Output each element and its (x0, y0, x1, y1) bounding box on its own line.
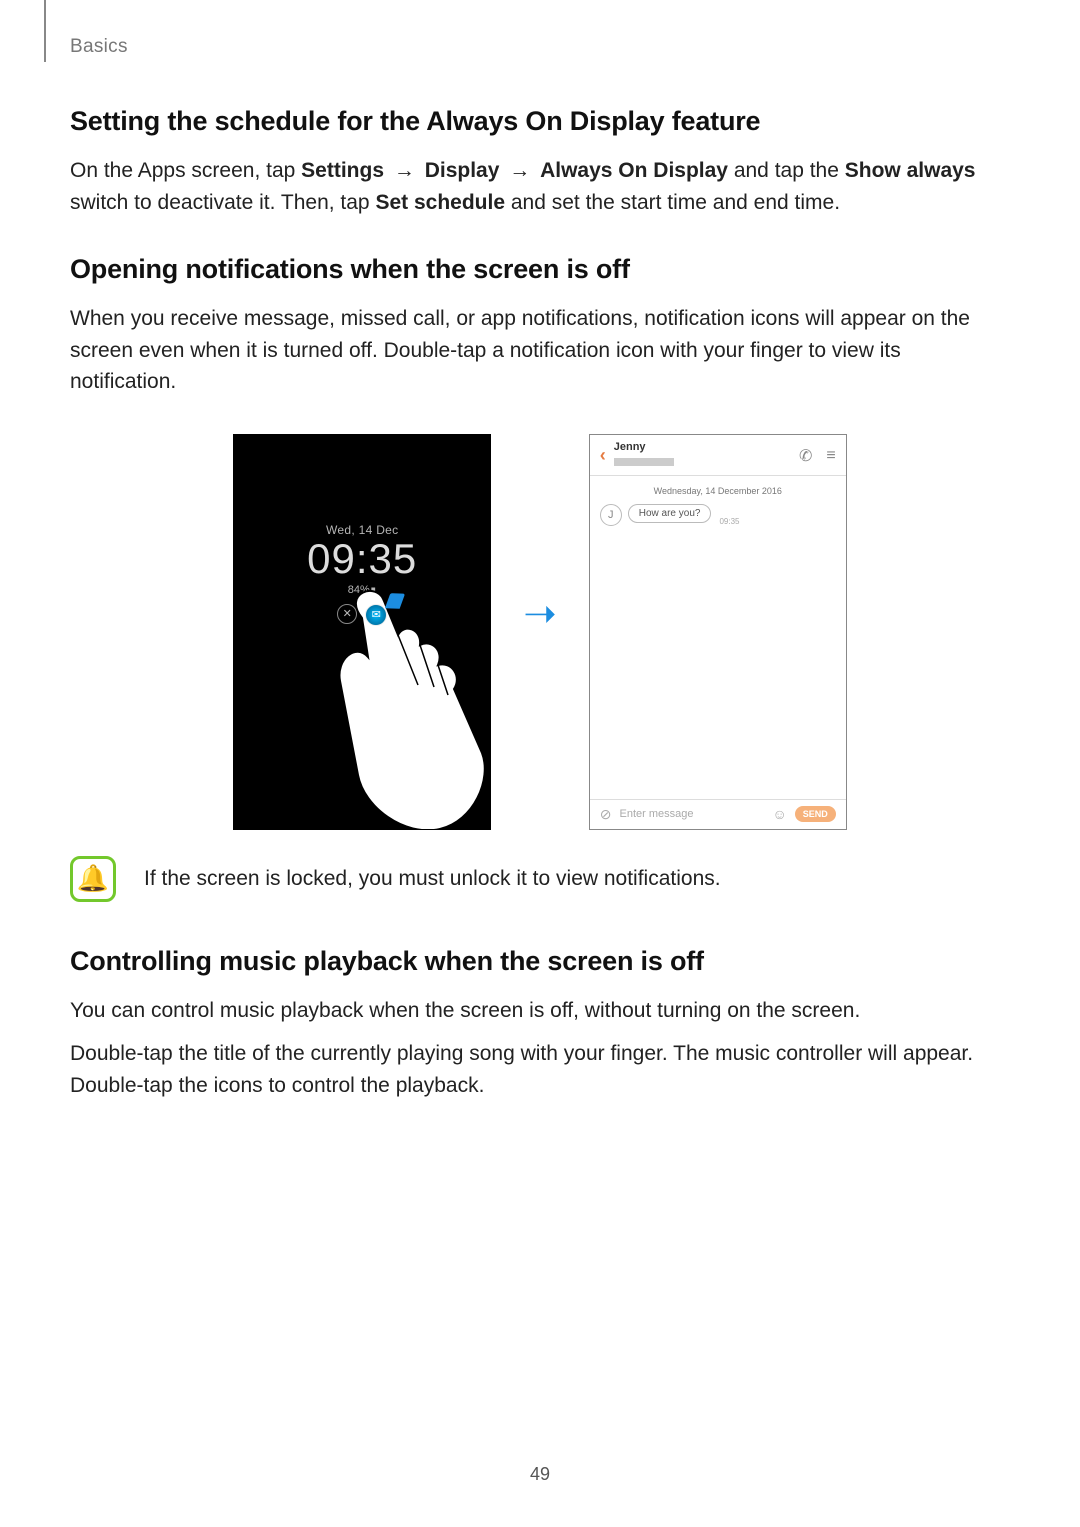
heading-notifications: Opening notifications when the screen is… (70, 254, 1010, 285)
arrow-icon: → (394, 159, 421, 182)
text: On the Apps screen, tap (70, 159, 301, 182)
contact-name-block: Jenny (614, 441, 785, 471)
transition-arrow-icon: ➝ (523, 591, 557, 637)
paragraph-notifications: When you receive message, missed call, o… (70, 303, 1010, 398)
section-label: Basics (70, 36, 1010, 58)
attach-icon: ⊘ (600, 806, 612, 823)
heading-music: Controlling music playback when the scre… (70, 946, 1010, 977)
spacer (590, 526, 846, 799)
more-menu-icon: ≡ (826, 447, 835, 465)
text: and set the start time and end time. (511, 191, 840, 214)
text: switch to deactivate it. Then, tap (70, 191, 375, 214)
page-number: 49 (0, 1464, 1080, 1485)
bold-show-always: Show always (845, 159, 976, 182)
illustration-row: Wed, 14 Dec 09:35 84%∎ ✕ ✉ ➝ ‹ Jenny (70, 434, 1010, 830)
back-icon: ‹ (600, 445, 606, 466)
phone-messages-screenshot: ‹ Jenny ✆ ≡ Wednesday, 14 December 2016 … (589, 434, 847, 830)
top-margin-rule (44, 0, 46, 62)
paragraph-schedule: On the Apps screen, tap Settings → Displ… (70, 155, 1010, 218)
chat-header: ‹ Jenny ✆ ≡ (590, 435, 846, 475)
phone-aod-screenshot: Wed, 14 Dec 09:35 84%∎ ✕ ✉ (233, 434, 491, 830)
bold-settings: Settings (301, 159, 384, 182)
message-bubble: How are you? (628, 504, 712, 523)
arrow-icon: → (509, 159, 536, 182)
contact-number-placeholder (614, 458, 674, 466)
hand-double-tap-icon (332, 583, 491, 830)
send-button-label: SEND (795, 806, 836, 822)
bold-set-schedule: Set schedule (375, 191, 505, 214)
emoji-icon: ☺ (772, 806, 786, 822)
aod-time: 09:35 (234, 537, 490, 581)
message-time: 09:35 (719, 517, 739, 526)
note-row: 🔔 If the screen is locked, you must unlo… (70, 856, 1010, 902)
paragraph-music-1: You can control music playback when the … (70, 995, 1010, 1027)
message-input-placeholder: Enter message (619, 808, 764, 820)
paragraph-music-2: Double-tap the title of the currently pl… (70, 1038, 1010, 1101)
contact-avatar: J (600, 504, 622, 526)
note-text: If the screen is locked, you must unlock… (144, 863, 721, 895)
chat-input-bar: ⊘ Enter message ☺ SEND (590, 799, 846, 829)
note-bell-icon: 🔔 (70, 856, 116, 902)
chat-date-label: Wednesday, 14 December 2016 (590, 476, 846, 504)
contact-name: Jenny (614, 441, 785, 453)
heading-schedule: Setting the schedule for the Always On D… (70, 106, 1010, 137)
chat-message-row: J How are you? 09:35 (590, 504, 846, 526)
page-content: Basics Setting the schedule for the Alwa… (0, 0, 1080, 1101)
call-icon: ✆ (799, 446, 812, 466)
text: and tap the (734, 159, 845, 182)
bold-always-on-display: Always On Display (540, 159, 728, 182)
bold-display: Display (425, 159, 500, 182)
messages-notification-icon: ✉ (365, 604, 387, 626)
